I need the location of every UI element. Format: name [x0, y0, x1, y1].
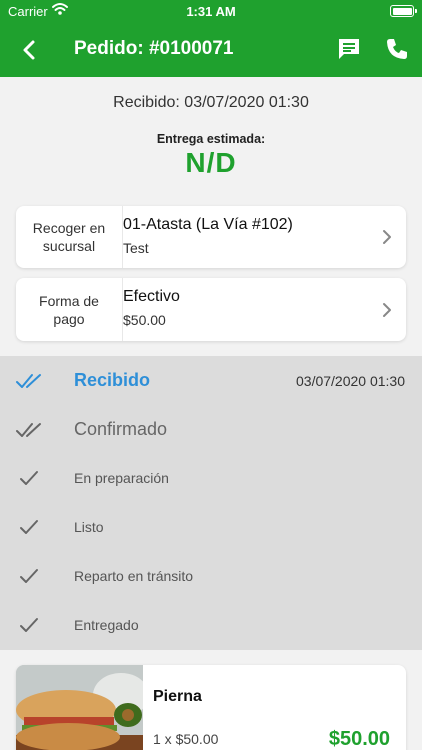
double-check-icon [16, 423, 41, 437]
pickup-note: Test [123, 240, 149, 256]
check-icon [20, 471, 38, 485]
status-step-received: Recibido 03/07/2020 01:30 [0, 356, 422, 405]
product-card[interactable]: Pierna 1 x $50.00 $50.00 [16, 665, 406, 750]
check-icon [20, 520, 38, 534]
phone-icon[interactable] [384, 36, 410, 62]
payment-card[interactable]: Forma de pago Efectivo $50.00 [16, 278, 406, 341]
status-label: Reparto en tránsito [74, 568, 194, 584]
check-icon [20, 618, 38, 632]
payment-card-label: Forma de pago [16, 278, 123, 341]
pickup-branch: 01-Atasta (La Vía #102) [123, 216, 293, 233]
eta-value: N/D [185, 147, 237, 178]
status-step-ready: Listo [0, 503, 422, 552]
status-bar: Carrier 1:31 AM [0, 0, 422, 22]
clock: 1:31 AM [186, 4, 236, 19]
product-image [16, 665, 143, 750]
page-title: Pedido: #0100071 [74, 38, 234, 59]
status-step-confirmed: Confirmado [0, 405, 422, 454]
order-status-timeline: Recibido 03/07/2020 01:30 Confirmado En … [0, 356, 422, 650]
pickup-card-label: Recoger en sucursal [16, 206, 123, 268]
status-step-in-transit: Reparto en tránsito [0, 552, 422, 601]
payment-method: Efectivo [123, 288, 180, 305]
product-quantity: 1 x $50.00 [153, 731, 219, 747]
pickup-card[interactable]: Recoger en sucursal 01-Atasta (La Vía #1… [16, 206, 406, 268]
status-label: Recibido [74, 370, 151, 390]
chevron-left-icon[interactable] [16, 36, 44, 64]
status-label: Entregado [74, 617, 139, 633]
status-label: Listo [74, 519, 104, 535]
chevron-right-icon [383, 230, 391, 244]
received-timestamp: Recibido: 03/07/2020 01:30 [113, 94, 309, 111]
status-step-preparing: En preparación [0, 454, 422, 503]
chevron-right-icon [383, 302, 391, 317]
status-label: En preparación [74, 470, 169, 486]
status-date: 03/07/2020 01:30 [296, 373, 405, 389]
status-step-delivered: Entregado [0, 601, 422, 650]
chat-bubble-icon[interactable] [336, 36, 362, 62]
double-check-icon [16, 374, 41, 388]
product-name: Pierna [153, 688, 202, 705]
status-label: Confirmado [74, 419, 168, 439]
battery-icon [390, 5, 417, 17]
payment-amount: $50.00 [123, 312, 166, 328]
product-price: $50.00 [328, 728, 390, 750]
check-icon [20, 569, 38, 583]
eta-label: Entrega estimada: [156, 132, 266, 146]
nav-bar: Pedido: #0100071 [0, 22, 422, 77]
header: Carrier 1:31 AM Pedido: #0100071 [0, 0, 422, 77]
